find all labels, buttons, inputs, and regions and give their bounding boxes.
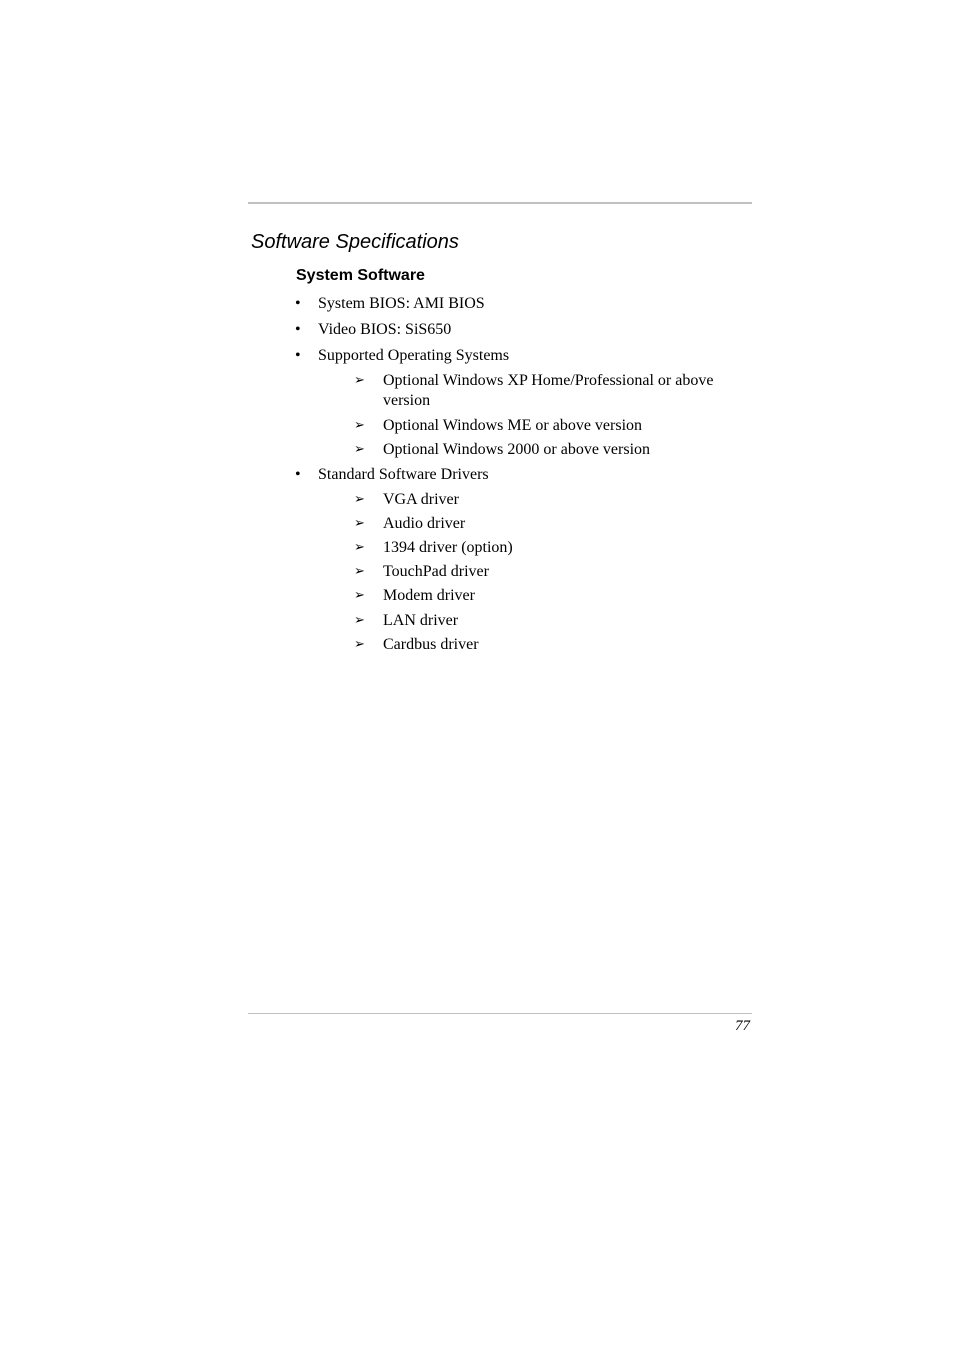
sub-item-windows-me: Optional Windows ME or above version bbox=[383, 417, 643, 434]
sub-item-cardbus-driver: Cardbus driver bbox=[383, 636, 479, 653]
list-item-system-bios: System BIOS: AMI BIOS bbox=[318, 295, 485, 312]
sub-item-1394-driver: 1394 driver (option) bbox=[383, 539, 513, 556]
arrow-bullet-icon: ➢ bbox=[354, 373, 365, 388]
footer-rule bbox=[248, 1013, 752, 1014]
bullet-icon: • bbox=[295, 347, 301, 364]
sub-item-lan-driver: LAN driver bbox=[383, 612, 459, 629]
list-item-supported-os: Supported Operating Systems bbox=[318, 347, 510, 364]
arrow-bullet-icon: ➢ bbox=[354, 564, 365, 579]
arrow-bullet-icon: ➢ bbox=[354, 418, 365, 433]
arrow-bullet-icon: ➢ bbox=[354, 442, 365, 457]
arrow-bullet-icon: ➢ bbox=[354, 588, 365, 603]
arrow-bullet-icon: ➢ bbox=[354, 540, 365, 555]
sub-item-windows-2000: Optional Windows 2000 or above version bbox=[383, 441, 651, 458]
sub-item-audio-driver: Audio driver bbox=[383, 515, 466, 532]
bullet-icon: • bbox=[295, 295, 301, 312]
list-item-video-bios: Video BIOS: SiS650 bbox=[318, 321, 452, 338]
section-title: Software Specifications bbox=[251, 231, 459, 253]
sub-item-windows-xp: Optional Windows XP Home/Professional or… bbox=[383, 372, 714, 389]
bullet-icon: • bbox=[295, 321, 301, 338]
arrow-bullet-icon: ➢ bbox=[354, 492, 365, 507]
subsection-title: System Software bbox=[296, 267, 425, 284]
arrow-bullet-icon: ➢ bbox=[354, 516, 365, 531]
arrow-bullet-icon: ➢ bbox=[354, 637, 365, 652]
sub-item-touchpad-driver: TouchPad driver bbox=[383, 563, 489, 580]
arrow-bullet-icon: ➢ bbox=[354, 613, 365, 628]
list-item-standard-drivers: Standard Software Drivers bbox=[318, 466, 489, 483]
sub-item-modem-driver: Modem driver bbox=[383, 587, 475, 604]
bullet-icon: • bbox=[295, 466, 301, 483]
header-rule bbox=[248, 202, 752, 204]
page-number: 77 bbox=[735, 1018, 750, 1034]
sub-item-vga-driver: VGA driver bbox=[383, 491, 459, 508]
sub-item-windows-xp-continued: version bbox=[383, 392, 431, 409]
